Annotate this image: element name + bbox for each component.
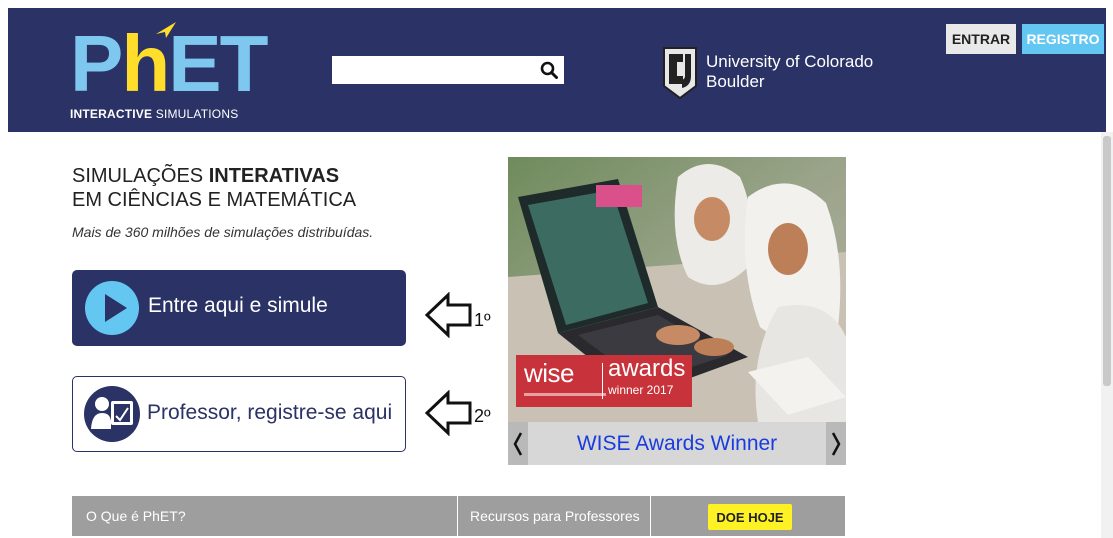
search-box [332,56,564,84]
awards-word: awards [608,355,686,382]
teacher-register-button[interactable]: Professor, registre-se aqui [72,376,406,452]
university-logo[interactable]: University of Colorado Boulder [660,46,900,100]
logo-spark-icon [156,22,176,38]
carousel-prev-button[interactable] [508,422,528,465]
phet-logo[interactable]: PhET INTERACTIVE SIMULATIONS [70,22,268,124]
university-name: University of Colorado Boulder [706,52,874,91]
scrollbar-thumb[interactable] [1103,136,1111,386]
page-title: SIMULAÇÕES INTERATIVAS EM CIÊNCIAS E MAT… [72,165,357,211]
donate-button[interactable]: DOE HOJE [708,504,792,530]
carousel-next-button[interactable] [826,422,846,465]
simulation-stat: Mais de 360 milhões de simulações distri… [72,224,374,240]
site-header: PhET INTERACTIVE SIMULATIONS University … [8,8,1106,132]
arrow-left-icon [424,390,472,436]
chevron-left-icon [513,431,523,456]
simulate-label: Entre aqui e simule [148,294,328,317]
play-icon [85,281,139,335]
chevron-right-icon [831,431,841,456]
nav-divider [457,496,458,536]
arrow-left-icon [424,292,472,338]
nav-item-teacher-resources[interactable]: Recursos para Professores [470,496,640,536]
winner-year: winner 2017 [608,383,674,397]
wise-word: wise [524,358,575,388]
badge-fine-print [524,393,606,396]
teacher-icon [84,386,140,442]
carousel-caption-bar: WISE Awards Winner [508,422,846,465]
search-button[interactable] [534,56,564,84]
badge-divider [602,363,603,399]
logo-subtitle: INTERACTIVE SIMULATIONS [70,107,239,121]
search-icon [540,61,558,79]
step-one-label: 1º [474,310,491,330]
carousel-caption[interactable]: WISE Awards Winner [528,422,826,465]
wise-awards-badge: wise awards winner 2017 [516,355,692,407]
bottom-nav: O Que é PhET? Recursos para Professores … [72,496,845,536]
search-input[interactable] [332,56,532,84]
simulate-button[interactable]: Entre aqui e simule [72,270,406,346]
featured-carousel: wise awards winner 2017 WISE Awards Winn… [508,157,846,465]
nav-divider [650,496,651,536]
login-button[interactable]: ENTRAR [946,24,1016,54]
cu-logo-icon [663,47,697,100]
register-button[interactable]: REGISTRO [1022,24,1104,54]
nav-item-what-is-phet[interactable]: O Que é PhET? [86,496,186,536]
step-two-label: 2º [474,406,491,426]
page-scrollbar[interactable] [1101,132,1113,538]
teacher-register-label: Professor, registre-se aqui [147,401,393,424]
